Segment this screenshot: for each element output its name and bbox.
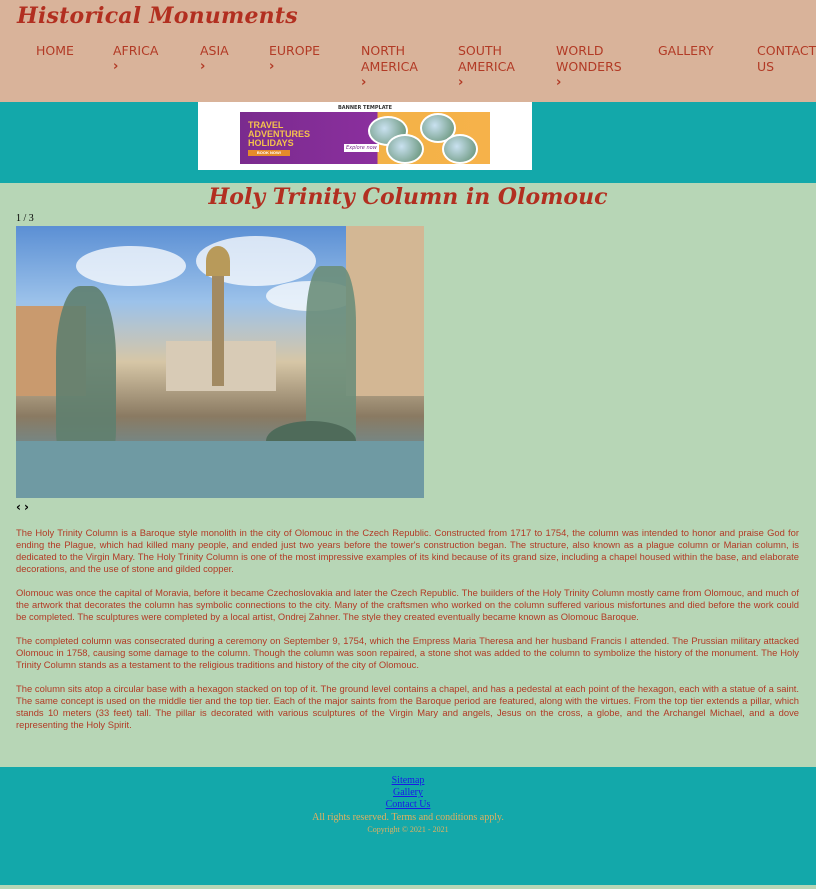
banner-photo	[442, 134, 478, 164]
banner-line-3: HOLIDAYS	[248, 138, 294, 148]
site-logo[interactable]: Historical Monuments	[17, 3, 298, 29]
slideshow-controls: ‹ ›	[16, 500, 32, 514]
chevron-right-icon: ›	[556, 75, 562, 90]
monument-photo	[16, 226, 424, 498]
nav-europe[interactable]: EUROPE ›	[269, 43, 320, 75]
nav-contact-label-1: CONTACT	[757, 43, 816, 58]
nav-world-wonders-label-2: WONDERS	[556, 59, 622, 74]
site-footer: Sitemap Gallery Contact Us All rights re…	[0, 767, 816, 885]
nav-europe-label: EUROPE	[269, 43, 321, 58]
article-paragraph: The Holy Trinity Column is a Baroque sty…	[16, 527, 799, 574]
nav-contact[interactable]: CONTACT US	[757, 43, 816, 75]
nav-world-wonders-label-1: WORLD	[556, 43, 604, 58]
advertisement-banner[interactable]: BANNER TEMPLATE TRAVEL ADVENTURES HOLIDA…	[198, 102, 532, 170]
chevron-right-icon: ›	[200, 59, 206, 74]
nav-contact-label-2: US	[757, 59, 775, 74]
nav-south-america-label-1: SOUTH	[458, 43, 502, 58]
slide-counter: 1 / 3	[16, 213, 34, 224]
nav-south-america-label-2: AMERICA	[458, 59, 515, 74]
article-paragraph: Olomouc was once the capital of Moravia,…	[16, 587, 799, 622]
nav-home[interactable]: HOME	[36, 43, 74, 59]
site-header: Historical Monuments HOME AFRICA › ASIA › …	[0, 0, 816, 102]
footer-contact-link[interactable]: Contact Us	[0, 799, 816, 811]
chevron-right-icon: ›	[361, 75, 367, 90]
nav-north-america-label-2: AMERICA	[361, 59, 418, 74]
nav-asia-label: ASIA	[200, 43, 229, 58]
footer-sitemap-link[interactable]: Sitemap	[0, 775, 816, 787]
nav-africa[interactable]: AFRICA ›	[113, 43, 158, 75]
article-paragraph: The completed column was consecrated dur…	[16, 635, 799, 670]
nav-world-wonders[interactable]: WORLD WONDERS ›	[556, 43, 622, 91]
nav-africa-label: AFRICA	[113, 43, 159, 58]
banner-book-button: BOOK NOW!	[248, 150, 290, 156]
article-body: The Holy Trinity Column is a Baroque sty…	[16, 527, 799, 743]
banner-photo	[386, 134, 424, 164]
article-paragraph: The column sits atop a circular base wit…	[16, 683, 799, 730]
chevron-right-icon: ›	[458, 75, 464, 90]
nav-south-america[interactable]: SOUTH AMERICA ›	[458, 43, 515, 91]
footer-gallery-link[interactable]: Gallery	[0, 787, 816, 799]
banner-headline: TRAVEL ADVENTURES HOLIDAYS BOOK NOW!	[248, 121, 338, 156]
nav-north-america-label-1: NORTH	[361, 43, 406, 58]
chevron-right-icon: ›	[113, 59, 119, 74]
nav-gallery[interactable]: GALLERY	[658, 43, 714, 59]
next-slide-icon[interactable]: ›	[24, 500, 29, 514]
banner-explore-label: Explore now	[344, 144, 379, 152]
nav-home-label: HOME	[36, 43, 74, 58]
prev-slide-icon[interactable]: ‹	[16, 500, 21, 514]
chevron-right-icon: ›	[269, 59, 275, 74]
page-title: Holy Trinity Column in Olomouc	[208, 184, 608, 210]
footer-rights-text: All rights reserved. Terms and condition…	[312, 812, 504, 823]
footer-copyright: Copyright © 2021 - 2021	[367, 825, 449, 834]
nav-asia[interactable]: ASIA ›	[200, 43, 229, 75]
nav-north-america[interactable]: NORTH AMERICA ›	[361, 43, 418, 91]
banner-template-label: BANNER TEMPLATE	[337, 105, 393, 111]
nav-gallery-label: GALLERY	[658, 43, 714, 58]
